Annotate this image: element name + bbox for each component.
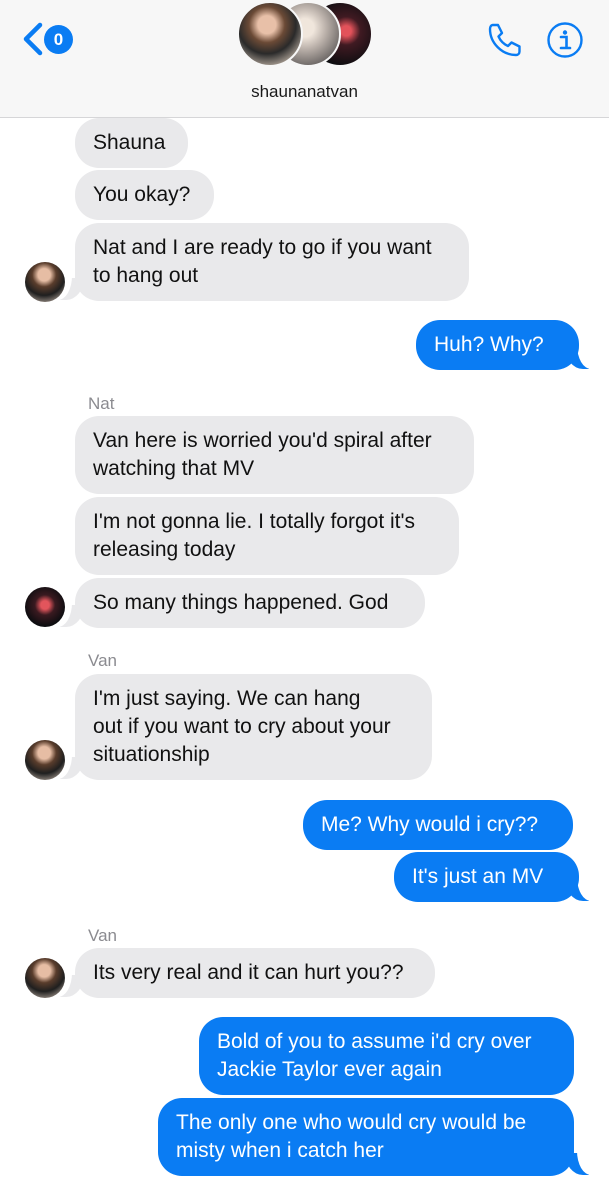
message-text-line: misty when i catch her [176,1139,384,1162]
message-text: Me? Why would i cry?? [321,813,539,836]
sender-name: Van [88,926,117,945]
message-text: So many things happened. God [93,591,389,614]
message-text-line: to hang out [93,264,199,287]
message-text-line: releasing today [93,538,236,561]
message-bubble[interactable]: Shauna [75,118,188,168]
message-bubble[interactable]: I'm just saying. We can hang out if you … [75,674,432,780]
message-bubble[interactable]: It's just an MV [394,852,579,902]
message-text-line: watching that MV [93,457,255,480]
back-chevron-icon [23,22,43,56]
message-bubble[interactable]: The only one who would cry would be mist… [158,1098,574,1176]
sender-name: Nat [88,394,115,413]
message-text-line: I'm not gonna lie. I totally forgot it's [93,510,416,533]
unread-count-badge: 0 [44,25,73,54]
message-text-line: Bold of you to assume i'd cry over [217,1030,532,1053]
message-text-line: Nat and I are ready to go if you want [93,236,432,259]
message-text: Its very real and it can hurt you?? [93,961,404,984]
sender-avatar-nat[interactable] [25,587,65,627]
message-bubble[interactable]: Nat and I are ready to go if you want to… [75,223,469,301]
message-text-line: Van here is worried you'd spiral after [93,429,432,452]
member-avatar-shauna [237,1,303,67]
message-bubble[interactable]: So many things happened. God [75,578,425,628]
message-text-line: The only one who would cry would be [176,1111,527,1134]
message-bubble[interactable]: Huh? Why? [416,320,579,370]
message-bubble[interactable]: Me? Why would i cry?? [303,800,573,850]
message-text: Huh? Why? [434,333,544,356]
message-bubble[interactable]: Van here is worried you'd spiral after w… [75,416,474,494]
phone-icon [488,23,521,57]
conversation-header: 0 shaunanatvan [0,0,609,118]
info-icon [547,22,583,58]
call-button[interactable] [484,20,524,60]
message-text: You okay? [93,183,191,206]
back-button[interactable]: 0 [22,22,78,58]
message-text: It's just an MV [412,865,544,888]
sender-name: Van [88,651,117,670]
message-bubble[interactable]: You okay? [75,170,214,220]
group-avatar-stack[interactable] [237,0,373,72]
message-text-line: Jackie Taylor ever again [217,1058,442,1081]
details-button[interactable] [546,21,584,59]
message-text-line: I'm just saying. We can hang [93,687,361,710]
message-text-line: situationship [93,743,210,766]
message-bubble[interactable]: Bold of you to assume i'd cry over Jacki… [199,1017,574,1095]
message-text-line: out if you want to cry about your [93,715,391,738]
sender-avatar-shauna[interactable] [25,740,65,780]
sender-avatar-shauna[interactable] [25,262,65,302]
conversation-name[interactable]: shaunanatvan [0,82,609,102]
message-bubble[interactable]: I'm not gonna lie. I totally forgot it's… [75,497,459,575]
message-text: Shauna [93,131,166,154]
message-bubble[interactable]: Its very real and it can hurt you?? [75,948,435,998]
sender-avatar-shauna[interactable] [25,958,65,998]
